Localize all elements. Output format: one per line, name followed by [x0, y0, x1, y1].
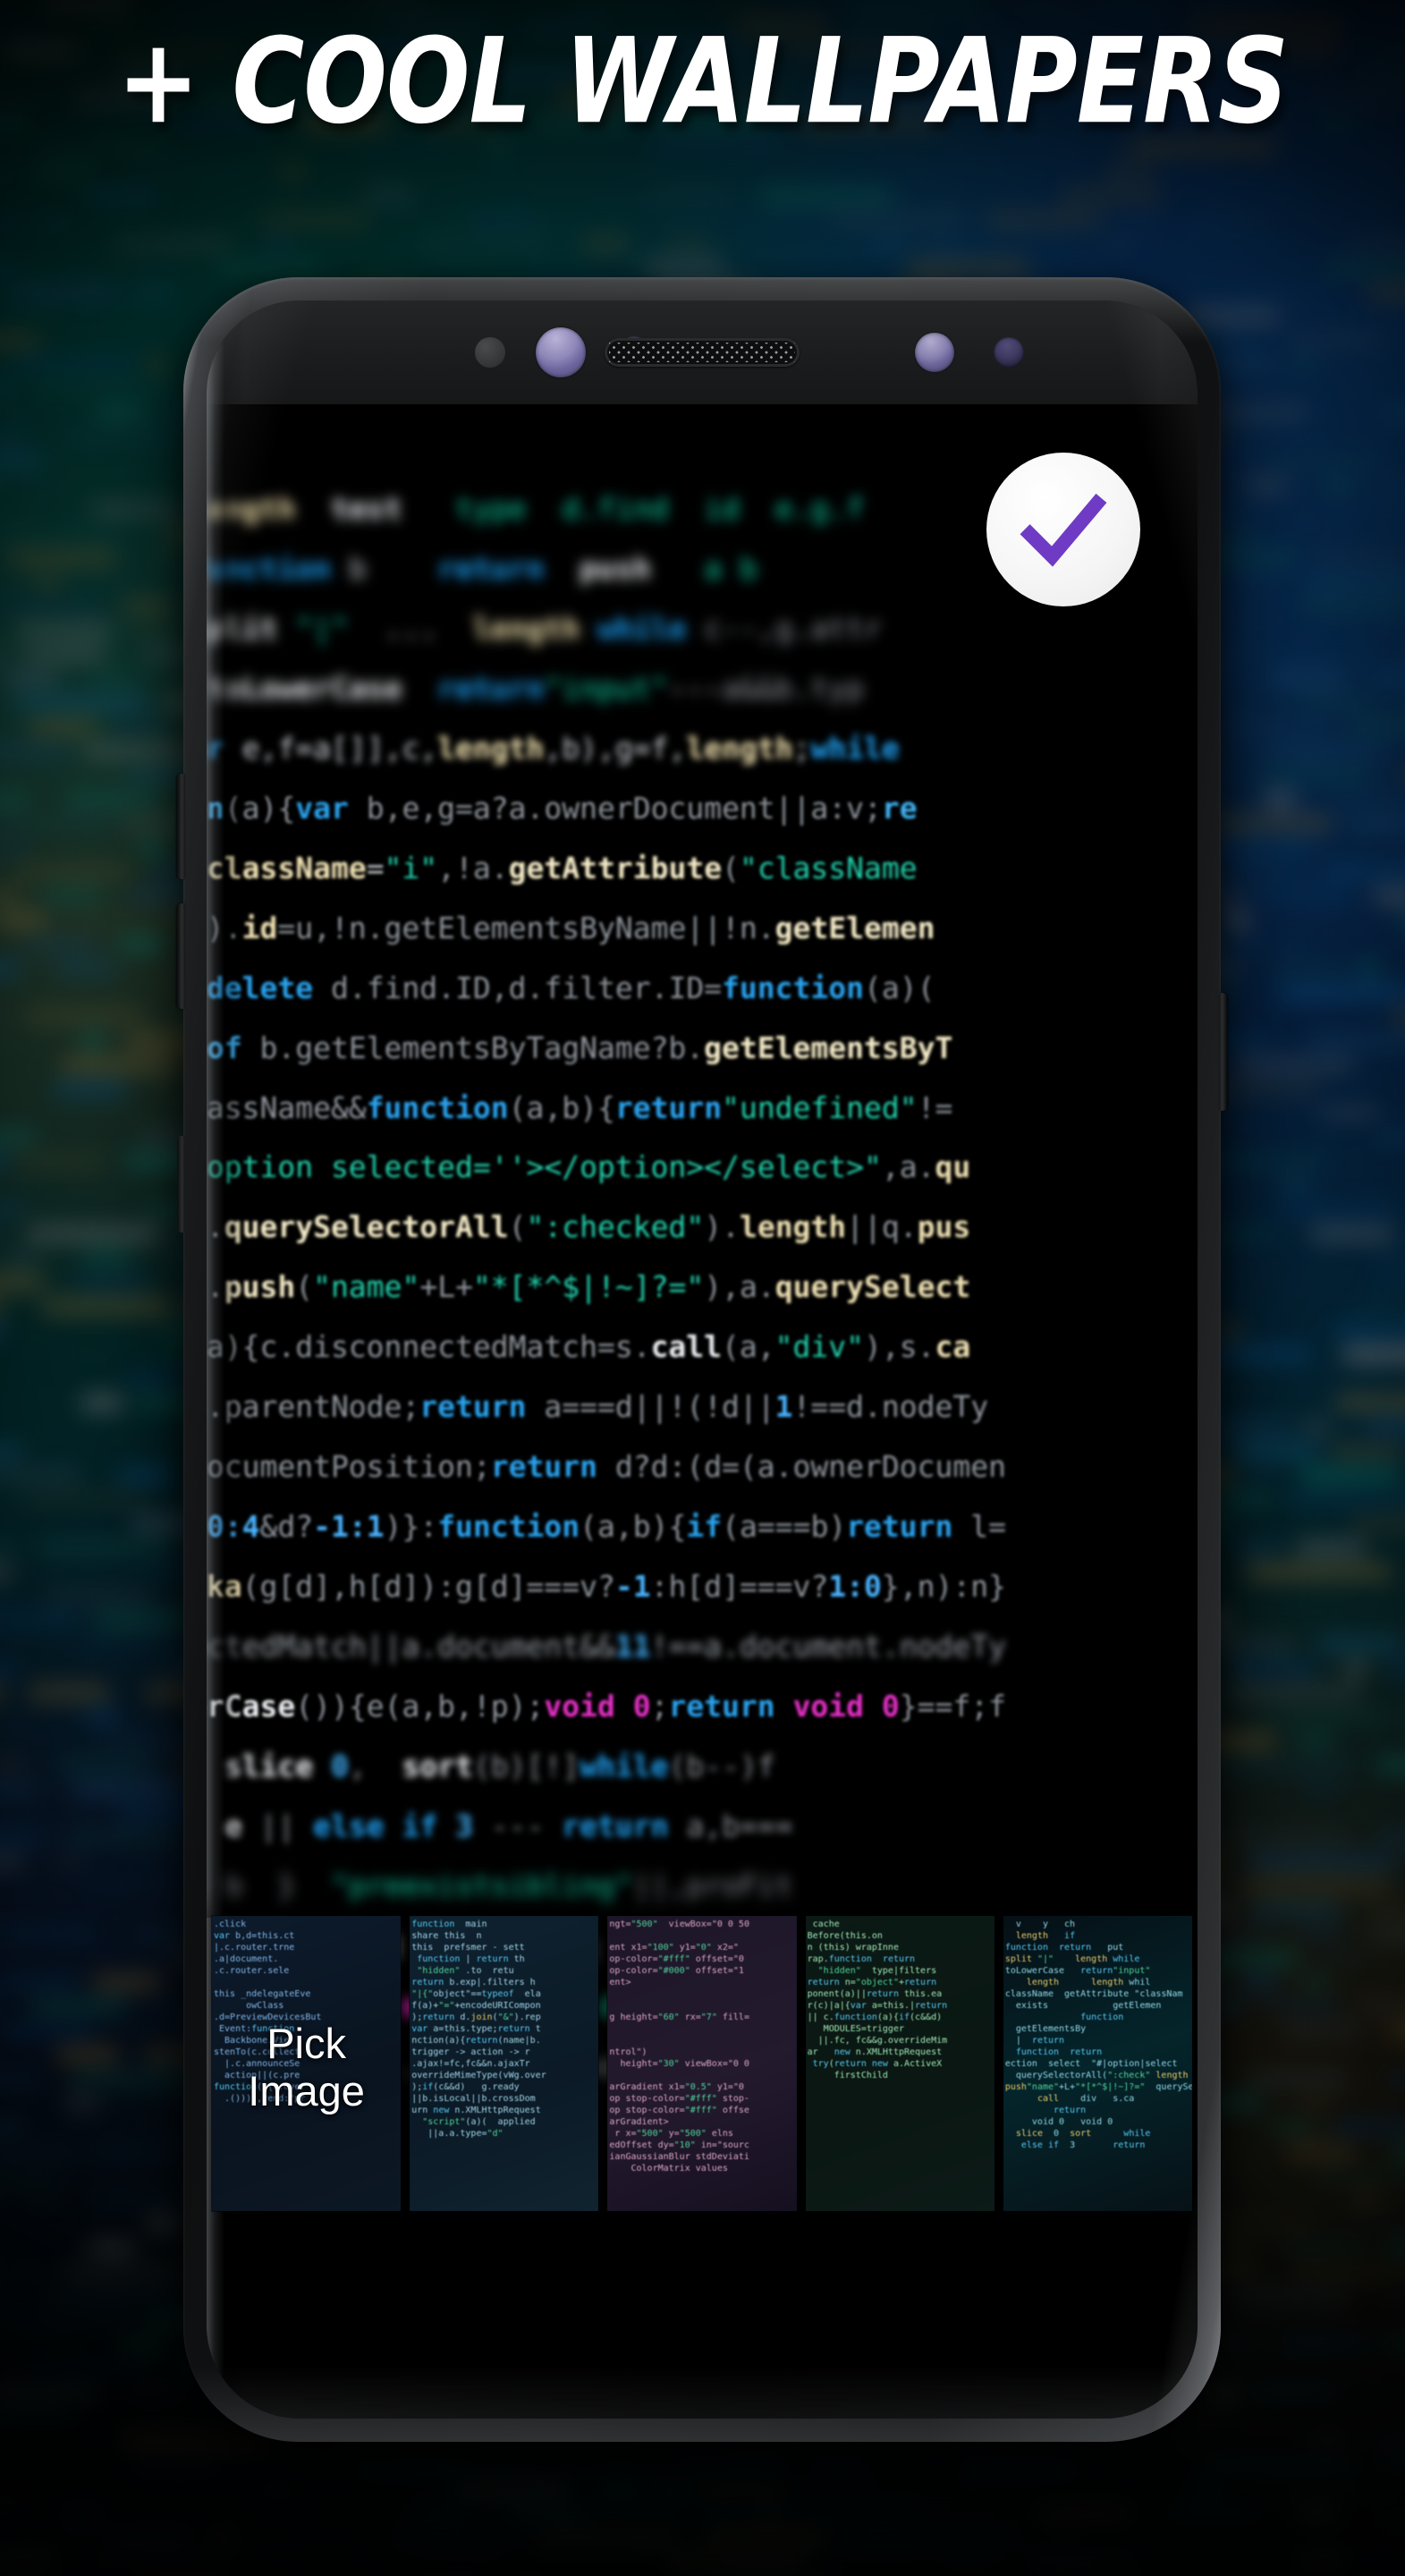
code-text-layer: length test type d.find id e.g.ffunction… [207, 479, 1198, 2097]
code-line: e || else if 3 --- return a,b=== [224, 1808, 793, 1843]
power-button[interactable] [1219, 993, 1227, 1111]
proximity-sensor-icon [475, 337, 505, 368]
code-line: lassName&&function(a,b){return"undefined… [207, 1089, 953, 1125]
code-line: on(a){var b,e,g=a?a.ownerDocument||a:v;r… [207, 790, 918, 826]
code-line: b } "preexistsibling"||,proFit [224, 1868, 793, 1903]
bixby-button[interactable] [177, 1136, 185, 1233]
thumbnail-pick-image[interactable]: .click var b,d=this.ct |.c.router.trne .… [212, 1916, 402, 2211]
code-line: (delete d.find.ID,d.filter.ID=function(a… [207, 970, 935, 1005]
phone-screen: length test type d.find id e.g.ffunction… [207, 301, 1198, 2419]
thumbnail-4[interactable]: cache Before(this.on n (this) wrapInne r… [805, 1916, 995, 2211]
thumbnail-code-preview: v y ch length if function return put spl… [1003, 1916, 1193, 2211]
code-line: toLowerCase return"input"---a&&b.typ [207, 670, 865, 706]
code-line: ?ka(g[d],h[d]):g[d]===v?-1:h[d]===v?1:0}… [207, 1569, 1006, 1605]
code-line: ar e,f=a[]],c,length,b),g=f,length;while [207, 730, 900, 766]
pick-image-line-1: Pick [267, 2020, 346, 2068]
code-line: erCase()){e(a,b,!p);void 0;return void 0… [207, 1689, 1006, 1724]
secondary-sensor-icon [915, 333, 954, 372]
code-line: :0:4&d?-1:1)}:function(a,b){if(a===b)ret… [207, 1509, 1007, 1545]
earpiece-speaker-icon [605, 338, 800, 367]
code-line: q.push("name"+L+"*[*^$|!~]?="),a.querySe… [207, 1269, 971, 1305]
code-line: .className="i",!a.getAttribute("classNam… [207, 850, 918, 886]
iris-scanner-icon [536, 327, 586, 377]
code-line: a.querySelectorAll(":checked").length||q… [207, 1209, 971, 1245]
confirm-check-button[interactable] [986, 453, 1140, 606]
code-line: <option selected=''></option></select>",… [207, 1149, 971, 1185]
code-line: eof b.getElementsByTagName?b.getElements… [207, 1030, 953, 1065]
page-title: + COOL WALLPAPERS [116, 13, 1289, 150]
code-line: DocumentPosition;return d?d:(d=(a.ownerD… [207, 1449, 1006, 1485]
sensor-row [207, 301, 1198, 404]
wallpaper-thumbnail-strip[interactable]: .click var b,d=this.ct |.c.router.trne .… [207, 1885, 1198, 2211]
thumbnail-2[interactable]: function main share this n this prefsmer… [410, 1916, 599, 2211]
volume-up-button[interactable] [177, 774, 185, 879]
thumbnail-code-preview: function main share this n this prefsmer… [410, 1916, 599, 2211]
code-line: b.parentNode;return a===d||!(!d||1!==d.n… [207, 1389, 989, 1425]
code-line: split "|" ... length while c--,g.attr [207, 610, 882, 646]
thumbnail-3[interactable]: ngt="500" viewBox="0 0 50 ent x1="100" y… [607, 1916, 797, 2211]
phone-device-frame: length test type d.find id e.g.ffunction… [177, 277, 1227, 2442]
thumbnail-code-preview: cache Before(this.on n (this) wrapInne r… [805, 1916, 995, 2211]
screenshot-canvas: + COOL WALLPAPERS length test type d.fin… [0, 0, 1405, 2576]
code-line: slice 0, sort(b)[!]while(b--)f [224, 1749, 775, 1784]
phone-top-bezel [207, 301, 1198, 404]
secondary-camera-icon [994, 337, 1024, 368]
pick-image-line-2: Image [248, 2067, 365, 2115]
check-icon [1020, 493, 1107, 567]
volume-down-button[interactable] [177, 903, 185, 1009]
thumbnail-pick-image-label: Pick Image [212, 2020, 401, 2114]
code-line: (a){c.disconnectedMatch=s.call(a,"div"),… [207, 1329, 971, 1365]
thumbnail-5[interactable]: v y ch length if function return put spl… [1003, 1916, 1193, 2211]
thumbnail-code-preview: ngt="500" viewBox="0 0 50 ent x1="100" y… [607, 1916, 797, 2211]
code-line: ectedMatch||a.document&&11!==a.document.… [207, 1629, 1006, 1665]
code-line: a).id=u,!n.getElementsByName||!n.getElem… [207, 910, 935, 945]
